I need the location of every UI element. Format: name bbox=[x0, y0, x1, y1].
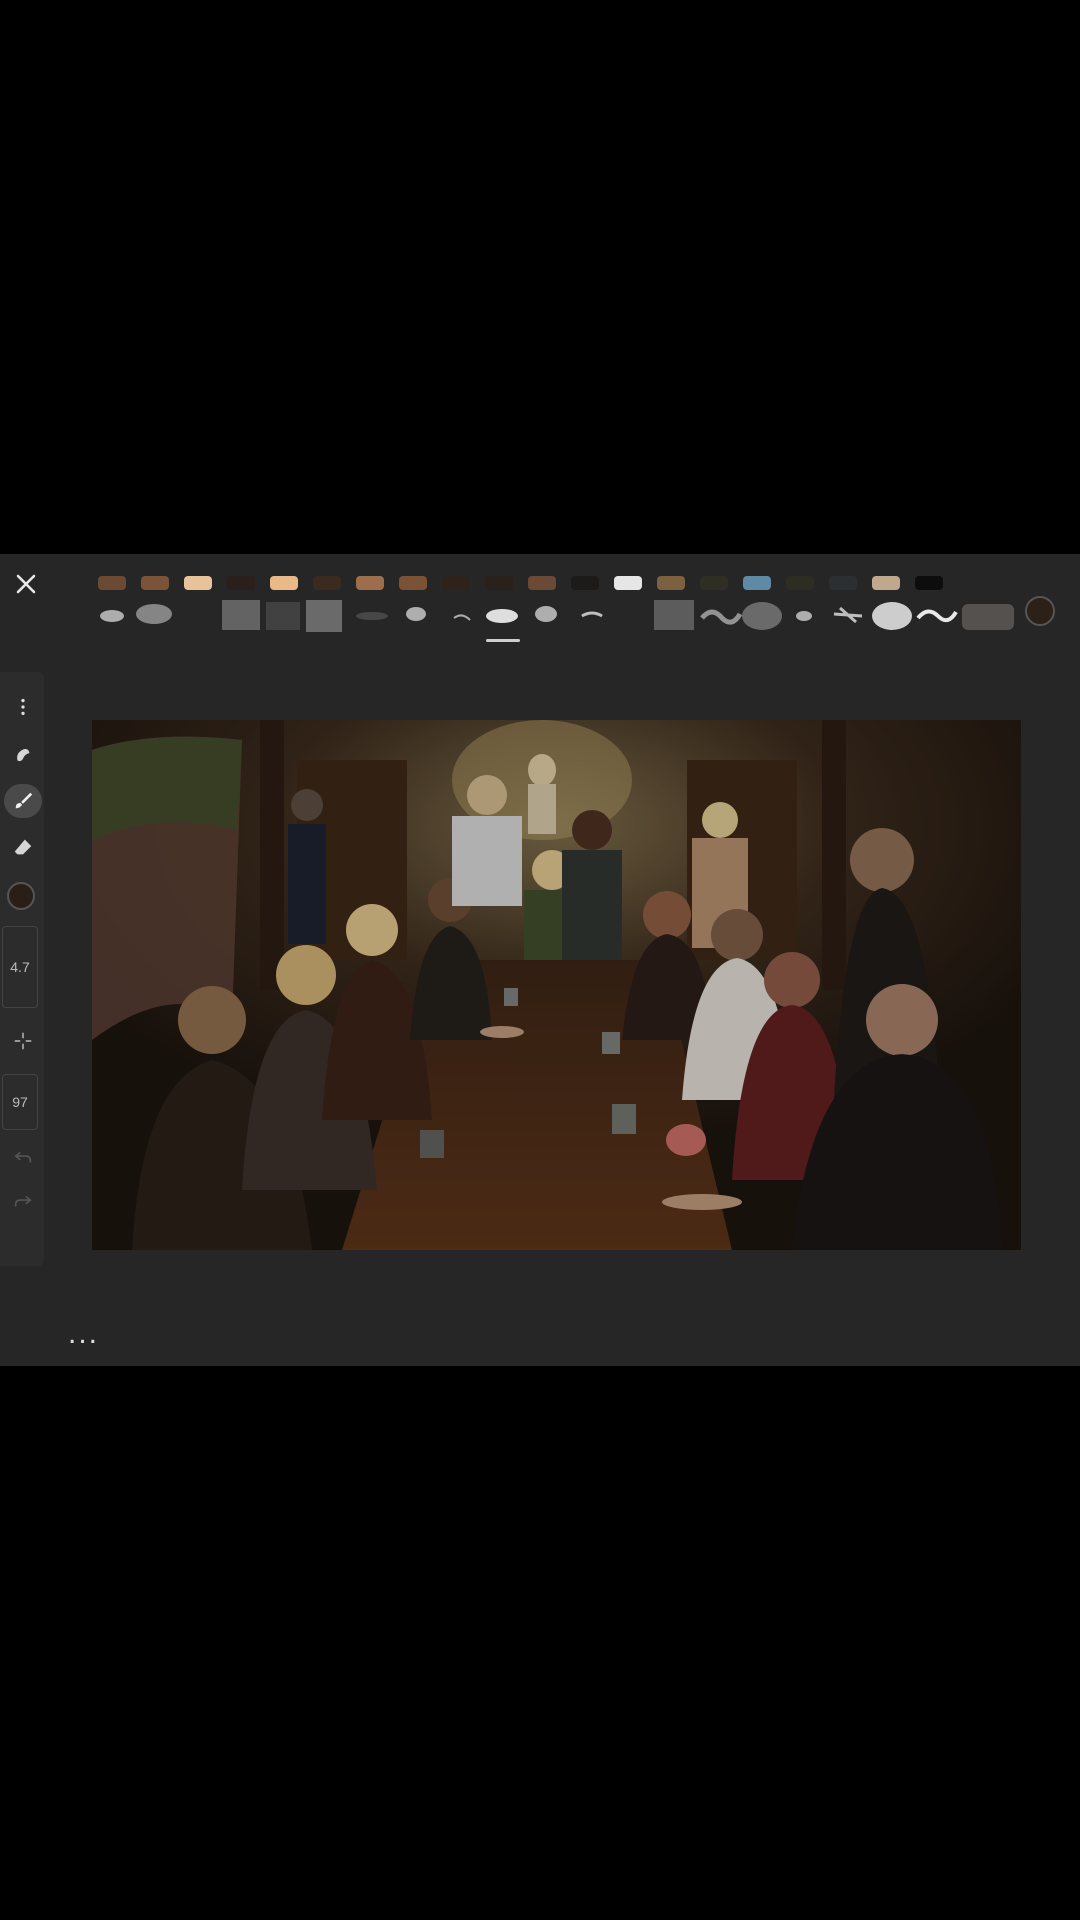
color-swatch[interactable] bbox=[356, 576, 384, 590]
color-swatch[interactable] bbox=[98, 576, 126, 590]
color-swatch[interactable] bbox=[442, 576, 470, 590]
smoke-brush[interactable] bbox=[742, 602, 782, 630]
blob-brush[interactable] bbox=[406, 607, 426, 621]
redo-button[interactable] bbox=[4, 1184, 42, 1218]
color-swatch[interactable] bbox=[571, 576, 599, 590]
smudge-icon bbox=[17, 749, 30, 762]
crosshair-icon bbox=[14, 1032, 32, 1050]
stroke-brush[interactable] bbox=[581, 611, 603, 618]
close-button[interactable] bbox=[6, 564, 46, 604]
eraser-tool[interactable] bbox=[4, 830, 42, 864]
color-swatch[interactable] bbox=[657, 576, 685, 590]
eraser-icon bbox=[14, 839, 32, 855]
spray-brush[interactable] bbox=[100, 610, 124, 622]
menu-button[interactable] bbox=[4, 690, 42, 724]
more-options-button[interactable]: ... bbox=[68, 1319, 99, 1349]
active-brush-indicator bbox=[486, 639, 520, 642]
eyedropper-tool[interactable] bbox=[4, 1024, 42, 1058]
squiggle-brush[interactable] bbox=[916, 609, 958, 623]
color-swatch[interactable] bbox=[313, 576, 341, 590]
big-cloud-brush[interactable] bbox=[872, 602, 912, 630]
brush-tool[interactable] bbox=[4, 784, 42, 818]
rect-brush[interactable] bbox=[962, 604, 1014, 630]
color-swatch-row bbox=[98, 576, 958, 592]
undo-button[interactable] bbox=[4, 1140, 42, 1174]
smudge-tool[interactable] bbox=[4, 738, 42, 772]
brush-size-slider[interactable]: 4.7 bbox=[2, 926, 38, 1008]
opacity-value: 97 bbox=[12, 1094, 28, 1110]
thin-line-brush[interactable] bbox=[453, 614, 471, 621]
brush-palette bbox=[92, 592, 1052, 644]
brush-color-swatch[interactable] bbox=[7, 882, 35, 910]
fluff-brush[interactable] bbox=[535, 606, 557, 622]
color-swatch[interactable] bbox=[786, 576, 814, 590]
brush-icon bbox=[15, 792, 33, 809]
redo-icon bbox=[14, 1195, 32, 1207]
color-swatch[interactable] bbox=[141, 576, 169, 590]
more-options-label: ... bbox=[68, 1317, 100, 1350]
color-swatch[interactable] bbox=[270, 576, 298, 590]
color-swatch[interactable] bbox=[184, 576, 212, 590]
close-icon bbox=[16, 574, 36, 594]
color-swatch[interactable] bbox=[700, 576, 728, 590]
color-swatch[interactable] bbox=[227, 576, 255, 590]
current-color-well[interactable] bbox=[1025, 596, 1055, 626]
brush-size-value: 4.7 bbox=[10, 959, 30, 975]
more-vertical-icon bbox=[21, 698, 25, 716]
drawing-app: 4.7 97 ... bbox=[0, 554, 1080, 1366]
cloud-brush[interactable] bbox=[136, 604, 172, 624]
color-swatch[interactable] bbox=[399, 576, 427, 590]
oval-brush[interactable] bbox=[486, 609, 518, 623]
opacity-slider[interactable]: 97 bbox=[2, 1074, 38, 1130]
undo-icon bbox=[14, 1151, 32, 1163]
drawing-canvas[interactable] bbox=[92, 720, 1021, 1250]
splash-brush[interactable] bbox=[833, 606, 863, 624]
small-brush[interactable] bbox=[796, 611, 812, 621]
soft-brush[interactable] bbox=[356, 612, 388, 620]
wave-brush[interactable] bbox=[700, 609, 743, 625]
brush-previews bbox=[100, 600, 1014, 632]
color-swatch[interactable] bbox=[743, 576, 771, 590]
artwork bbox=[92, 720, 1021, 1250]
color-swatch[interactable] bbox=[528, 576, 556, 590]
noise-brush[interactable] bbox=[266, 602, 300, 630]
color-swatch[interactable] bbox=[872, 576, 900, 590]
color-swatch[interactable] bbox=[915, 576, 943, 590]
color-swatch[interactable] bbox=[614, 576, 642, 590]
texture-brush[interactable] bbox=[306, 600, 342, 632]
color-swatch[interactable] bbox=[485, 576, 513, 590]
splatter-brush[interactable] bbox=[222, 600, 260, 630]
color-swatch[interactable] bbox=[829, 576, 857, 590]
scribble-brush[interactable] bbox=[654, 600, 694, 630]
tool-strip: 4.7 97 bbox=[0, 672, 44, 1266]
